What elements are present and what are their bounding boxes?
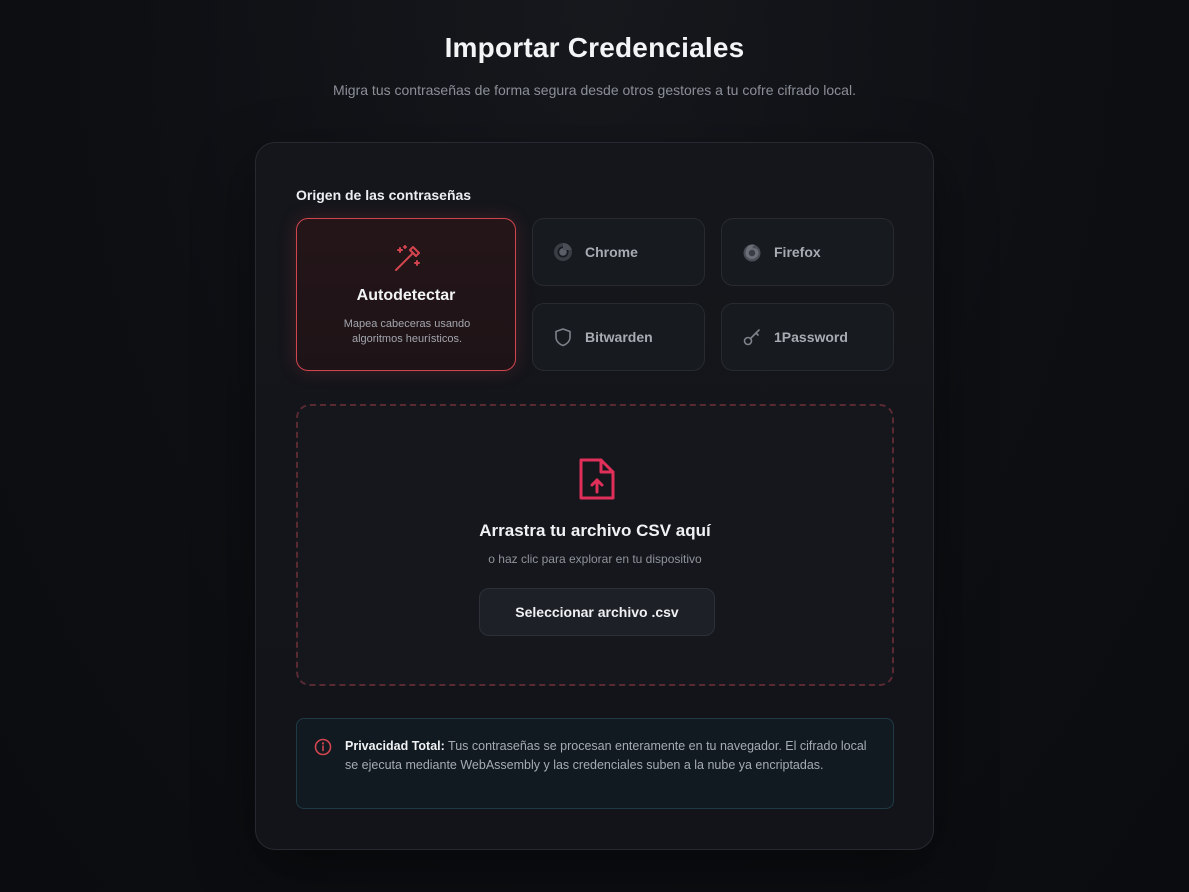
source-option-label: Firefox bbox=[774, 244, 821, 260]
select-csv-button[interactable]: Seleccionar archivo .csv bbox=[479, 588, 715, 636]
page-title: Importar Credenciales bbox=[444, 32, 745, 63]
source-option-label: Chrome bbox=[585, 244, 638, 260]
source-option-title: Autodetectar bbox=[356, 287, 456, 304]
source-section-label: Origen de las contraseñas bbox=[296, 187, 472, 203]
source-option-firefox[interactable]: Firefox bbox=[721, 218, 894, 286]
dropzone-title: Arrastra tu archivo CSV aquí bbox=[479, 521, 711, 540]
info-icon bbox=[314, 738, 332, 756]
dropzone-subtitle: o haz clic para explorar en tu dispositi… bbox=[488, 552, 702, 566]
source-option-1password[interactable]: 1Password bbox=[721, 303, 894, 371]
file-upload-icon bbox=[576, 456, 618, 502]
source-option-label: Bitwarden bbox=[585, 329, 653, 345]
privacy-notice: Privacidad Total: Tus contraseñas se pro… bbox=[296, 718, 894, 809]
source-option-description: Mapea cabeceras usando algoritmos heurís… bbox=[343, 318, 471, 345]
page-subtitle: Migra tus contraseñas de forma segura de… bbox=[333, 82, 856, 98]
source-option-chrome[interactable]: Chrome bbox=[532, 218, 705, 286]
firefox-icon bbox=[742, 242, 762, 262]
chrome-icon bbox=[553, 242, 573, 262]
source-option-bitwarden[interactable]: Bitwarden bbox=[532, 303, 705, 371]
csv-dropzone[interactable]: Arrastra tu archivo CSV aquí o haz clic … bbox=[296, 404, 894, 686]
privacy-title: Privacidad Total: bbox=[345, 739, 445, 753]
magic-wand-icon bbox=[391, 243, 423, 275]
source-option-label: 1Password bbox=[774, 329, 848, 345]
source-option-autodetect[interactable]: Autodetectar Mapea cabeceras usando algo… bbox=[296, 218, 516, 371]
import-card: Origen de las contraseñas Autodetectar M… bbox=[255, 142, 934, 850]
shield-icon bbox=[553, 327, 573, 347]
key-icon bbox=[742, 327, 762, 347]
privacy-text: Privacidad Total: Tus contraseñas se pro… bbox=[345, 737, 875, 775]
